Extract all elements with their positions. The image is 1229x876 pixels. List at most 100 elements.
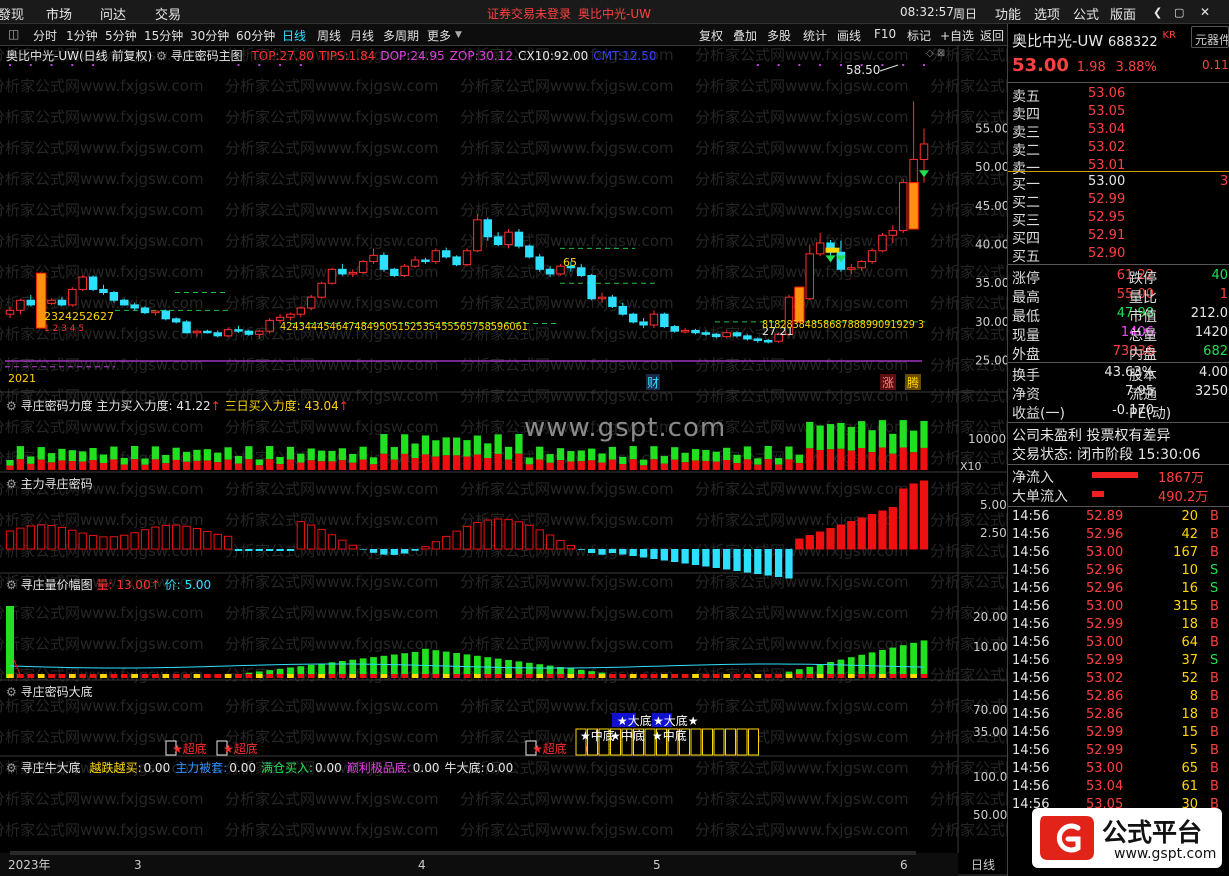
period-monthly[interactable]: 月线: [350, 27, 374, 44]
vp-bar-red: [390, 674, 398, 678]
more-dropdown-icon[interactable]: ▼: [455, 30, 462, 40]
strength-bar-red: [359, 459, 367, 470]
strength-bar-red: [182, 461, 191, 470]
strength-bar-red: [58, 460, 66, 470]
menu-trade[interactable]: 交易: [155, 4, 181, 23]
watermark-text: 分析家公式网www.fxjgsw.com: [930, 542, 1007, 560]
candle: [670, 326, 679, 332]
code-bar-red: [203, 530, 212, 550]
strength-bar-red: [899, 447, 907, 470]
watermark-text: 分析家公式网www.fxjgsw.com: [695, 697, 909, 715]
login-status[interactable]: 证券交易未登录: [487, 5, 571, 22]
settings-icon[interactable]: ⚙: [156, 49, 167, 63]
strength-bar-red: [785, 459, 793, 470]
panel3-name[interactable]: 寻庄量价幅图: [21, 578, 93, 592]
gspt-logo: 公式平台 www.gspt.com: [1032, 808, 1222, 868]
main-collapse-icon[interactable]: ◇ ⊠: [926, 48, 945, 59]
menu-options[interactable]: 选项: [1034, 4, 1060, 23]
btn-mark[interactable]: 标记: [907, 27, 931, 44]
panel4-settings-icon[interactable]: ⚙: [6, 685, 17, 699]
clock: 08:32:57: [900, 5, 954, 19]
period-30min[interactable]: 30分钟: [190, 27, 229, 44]
vp-bar-red: [6, 674, 14, 678]
candle: [680, 329, 690, 333]
period-daily[interactable]: 日线: [282, 27, 306, 44]
menu-discover[interactable]: 發现: [0, 4, 24, 23]
signal-dot: [50, 64, 53, 66]
highlight-bar: [908, 182, 919, 230]
code-bar-red: [130, 532, 139, 550]
restore-icon[interactable]: ▢: [1174, 6, 1184, 19]
period-60min[interactable]: 60分钟: [236, 27, 275, 44]
code-bar-cyan: [671, 549, 679, 562]
panel1-name[interactable]: 寻庄密码力度: [21, 399, 93, 413]
up-arrow-icon: ↑: [210, 399, 221, 413]
vp-bar-red: [110, 674, 118, 678]
strength-bar-green: [504, 446, 513, 460]
watermark-text: 分析家公式网www.fxjgsw.com: [225, 480, 439, 498]
vp-bar-red: [266, 674, 274, 678]
close-icon[interactable]: ✕: [1200, 5, 1210, 19]
panel2-name[interactable]: 主力寻庄密码: [21, 477, 93, 491]
panel1-settings-icon[interactable]: ⚙: [6, 399, 17, 413]
main-indicator-name[interactable]: 寻庄密码主图: [171, 49, 243, 63]
panel5-param-label: 越跌越买:: [89, 761, 142, 775]
strength-bar-red: [837, 448, 845, 470]
kr-badge: KR: [1162, 30, 1176, 41]
stat-label: 现量: [1012, 328, 1040, 344]
btn-stats[interactable]: 统计: [803, 27, 827, 44]
period-multi[interactable]: 多周期: [383, 27, 419, 44]
menu-layout[interactable]: 版面: [1110, 4, 1136, 23]
btn-draw[interactable]: 画线: [837, 27, 861, 44]
tick-side: B: [1210, 509, 1219, 524]
candle: [296, 307, 306, 315]
minimize-icon[interactable]: ❮: [1153, 6, 1162, 19]
btn-add-watchlist[interactable]: +自选: [940, 27, 974, 44]
menu-market[interactable]: 市场: [46, 4, 72, 23]
btn-back[interactable]: 返回: [980, 27, 1004, 44]
panel3-settings-icon[interactable]: ⚙: [6, 578, 17, 592]
period-15min[interactable]: 15分钟: [144, 27, 183, 44]
period-1min[interactable]: 1分钟: [66, 27, 98, 44]
chart-area[interactable]: 分析家公式网www.fxjgsw.com 分析家公式网www.fxjgsw.com…: [0, 46, 1007, 876]
btn-overlay[interactable]: 叠加: [733, 27, 757, 44]
period-more[interactable]: 更多: [427, 27, 451, 44]
code-bar-red: [483, 519, 492, 550]
panel4-name[interactable]: 寻庄密码大底: [21, 685, 93, 699]
menu-formula[interactable]: 公式: [1073, 4, 1099, 23]
strength-bar-green: [629, 446, 637, 460]
watermark-text: 分析家公式网www.fxjgsw.com: [460, 511, 674, 529]
code-bar-cyan: [266, 549, 274, 551]
candle: [483, 219, 493, 238]
strength-bar-red: [878, 447, 887, 470]
price-row: 53.00 1.98 3.88%: [1012, 55, 1157, 76]
tick-time: 14:56: [1012, 617, 1050, 632]
period-fenshi[interactable]: 分时: [33, 27, 57, 44]
btn-fuquan[interactable]: 复权: [699, 27, 723, 44]
period-5min[interactable]: 5分钟: [105, 27, 137, 44]
watermark-text: 分析家公式网www.fxjgsw.com: [225, 697, 439, 715]
tick-time: 14:56: [1012, 725, 1050, 740]
bid-price: 52.91: [1088, 228, 1126, 243]
divider: [1008, 506, 1229, 507]
candle: [317, 282, 326, 298]
candle: [410, 259, 420, 267]
code-bar-cyan: [764, 549, 772, 576]
layout-icon[interactable]: ◫: [8, 27, 19, 41]
strength-bar-green: [16, 446, 25, 460]
menu-function[interactable]: 功能: [995, 4, 1021, 23]
menu-wenda[interactable]: 问达: [100, 4, 126, 23]
watermark-gspt: www.gspt.com: [524, 413, 727, 443]
ask-price: 53.06: [1088, 86, 1126, 101]
sector-tab[interactable]: 元器件: [1191, 26, 1229, 48]
period-weekly[interactable]: 周线: [317, 27, 341, 44]
btn-f10[interactable]: F10: [874, 27, 896, 41]
main-panel-header: 奥比中光-UW(日线 前复权) ⚙ 寻庄密码主图 TOP:27.80 TIPS:1…: [6, 47, 656, 64]
panel5-name[interactable]: 寻庄牛大底: [21, 761, 81, 775]
mid-bottom-box: [702, 728, 713, 756]
kline-chart-svg[interactable]: 分析家公式网www.fxjgsw.com 分析家公式网www.fxjgsw.com…: [0, 46, 1007, 876]
panel5-settings-icon[interactable]: ⚙: [6, 761, 17, 775]
btn-multistock[interactable]: 多股: [767, 27, 791, 44]
watermark-text: 分析家公式网www.fxjgsw.com: [930, 480, 1007, 498]
panel2-settings-icon[interactable]: ⚙: [6, 477, 17, 491]
